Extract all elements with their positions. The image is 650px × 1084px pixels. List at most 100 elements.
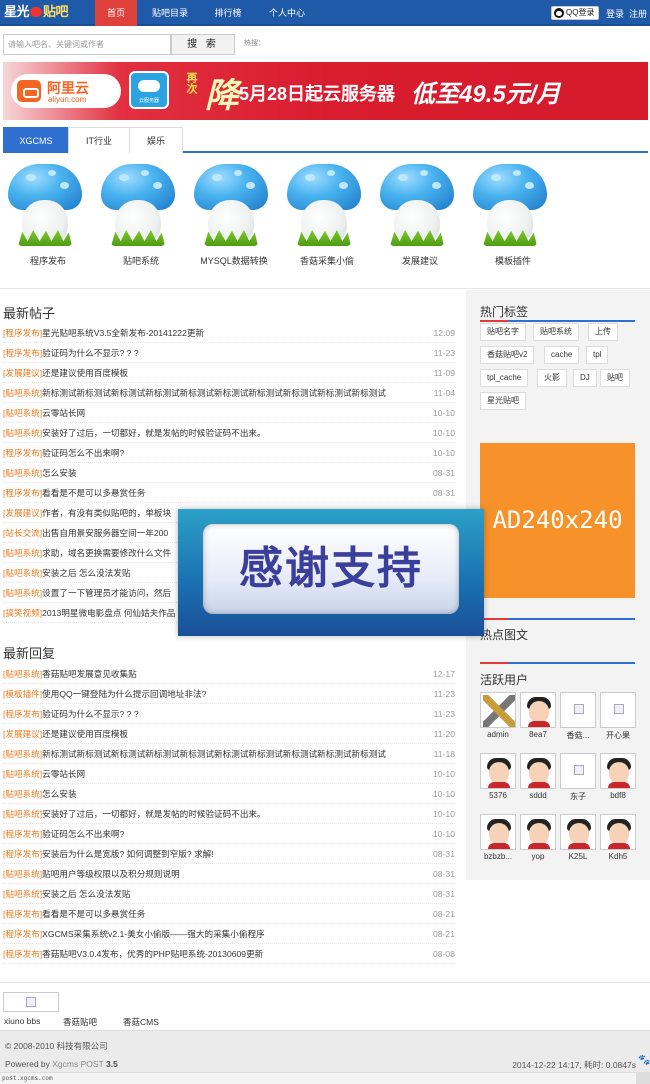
site-logo[interactable]: 星光 贴吧 — [4, 3, 69, 23]
avatar[interactable] — [560, 753, 596, 789]
nav-tab-ranking[interactable]: 排行榜 — [205, 0, 251, 26]
search-input[interactable]: 请输入吧名、关键词或作者 — [3, 34, 171, 55]
forum-name[interactable]: MYSQL数据转换 — [189, 254, 279, 267]
post-category-link[interactable]: [程序发布] — [3, 709, 42, 719]
post-title-link[interactable]: 云零站长网 — [42, 408, 85, 418]
thanks-overlay[interactable]: 感谢支持 — [178, 509, 484, 636]
tag-link[interactable]: DJ — [573, 369, 597, 387]
post-category-link[interactable]: [贴吧系统] — [3, 769, 42, 779]
avatar[interactable] — [520, 753, 556, 789]
post-title-link[interactable]: 贴吧用户等级权限以及积分规则说明 — [42, 869, 180, 879]
post-title-link[interactable]: 验证码怎么不出来啊? — [42, 829, 124, 839]
tab-xgcms[interactable]: XGCMS — [3, 127, 69, 153]
post-category-link[interactable]: [搞笑视频] — [3, 608, 42, 618]
tag-link[interactable]: tpl_cache — [480, 369, 529, 387]
post-category-link[interactable]: [程序发布] — [3, 448, 42, 458]
post-category-link[interactable]: [程序发布] — [3, 929, 42, 939]
avatar[interactable] — [520, 692, 556, 728]
post-category-link[interactable]: [发展建议] — [3, 368, 42, 378]
post-category-link[interactable]: [程序发布] — [3, 328, 42, 338]
forum-item[interactable]: MYSQL数据转换 — [189, 162, 269, 272]
avatar[interactable] — [480, 814, 516, 850]
user-card[interactable]: 开心果 — [600, 692, 636, 747]
post-category-link[interactable]: [程序发布] — [3, 348, 42, 358]
avatar[interactable] — [600, 692, 636, 728]
avatar[interactable] — [480, 753, 516, 789]
post-title-link[interactable]: 看看是不是可以多悬赏任务 — [42, 909, 145, 919]
friend-link-logo[interactable] — [3, 992, 59, 1012]
post-category-link[interactable]: [贴吧系统] — [3, 789, 42, 799]
tag-link[interactable]: 贴吧系统 — [533, 323, 579, 341]
post-category-link[interactable]: [发展建议] — [3, 508, 42, 518]
post-title-link[interactable]: 出售自用景安服务器空间一年200 — [42, 528, 168, 538]
post-category-link[interactable]: [程序发布] — [3, 909, 42, 919]
username[interactable]: Kdh5 — [594, 852, 642, 861]
post-category-link[interactable]: [站长交流] — [3, 528, 42, 538]
username[interactable]: 开心果 — [594, 730, 642, 741]
user-card[interactable]: bdf8 — [600, 753, 636, 808]
avatar[interactable] — [560, 692, 596, 728]
post-title-link[interactable]: 验证码为什么不显示? ? ? — [42, 348, 138, 358]
forum-item[interactable]: 发展建议 — [375, 162, 455, 272]
username[interactable]: bdf8 — [594, 791, 642, 800]
tag-link[interactable]: 星光贴吧 — [480, 392, 526, 410]
user-card[interactable]: K25L — [560, 814, 596, 869]
post-category-link[interactable]: [程序发布] — [3, 829, 42, 839]
avatar[interactable] — [520, 814, 556, 850]
forum-name[interactable]: 贴吧系统 — [96, 254, 186, 267]
user-card[interactable]: sddd — [520, 753, 556, 808]
post-title-link[interactable]: 验证码怎么不出来啊? — [42, 448, 124, 458]
tag-link[interactable]: 火影 — [537, 369, 567, 387]
post-title-link[interactable]: 安装好了过后，一切都好，就是发帖的时候验证码不出来。 — [42, 809, 265, 819]
post-title-link[interactable]: 香菇贴吧V3.0.4发布，优秀的PHP贴吧系统-20130609更新 — [42, 949, 263, 959]
friend-link-xiuno[interactable]: xiuno bbs — [4, 1016, 40, 1026]
post-title-link[interactable]: 星光贴吧系统V3.5全新发布-20141222更新 — [42, 328, 204, 338]
avatar[interactable] — [560, 814, 596, 850]
post-category-link[interactable]: [程序发布] — [3, 488, 42, 498]
forum-name[interactable]: 模板插件 — [468, 254, 558, 267]
tag-link[interactable]: 贴吧名字 — [480, 323, 526, 341]
tag-link[interactable]: cache — [544, 346, 580, 364]
tag-link[interactable]: tpl — [586, 346, 609, 364]
login-link[interactable]: 登录 — [606, 7, 624, 20]
nav-tab-directory[interactable]: 贴吧目录 — [145, 0, 195, 26]
post-category-link[interactable]: [贴吧系统] — [3, 749, 42, 759]
user-card[interactable]: Kdh5 — [600, 814, 636, 869]
post-title-link[interactable]: 还是建议使用百度模板 — [42, 368, 128, 378]
post-title-link[interactable]: 安装好了过后，一切都好，就是发帖的时候验证码不出来。 — [42, 428, 265, 438]
nav-tab-home[interactable]: 首页 — [95, 0, 137, 26]
post-title-link[interactable]: 安装之后 怎么没法发贴 — [42, 889, 130, 899]
post-category-link[interactable]: [贴吧系统] — [3, 428, 42, 438]
post-title-link[interactable]: 求助，域名更换需要修改什么文件 — [42, 548, 171, 558]
post-title-link[interactable]: 怎么安装 — [42, 789, 76, 799]
tag-link[interactable]: 上传 — [588, 323, 618, 341]
user-card[interactable]: admin — [480, 692, 516, 747]
post-title-link[interactable]: 作者，有没有类似贴吧的，单板块 — [42, 508, 171, 518]
forum-name[interactable]: 程序发布 — [3, 254, 93, 267]
post-title-link[interactable]: 使用QQ一键登陆为什么提示回调地址非法? — [42, 689, 206, 699]
post-category-link[interactable]: [贴吧系统] — [3, 468, 42, 478]
post-category-link[interactable]: [贴吧系统] — [3, 889, 42, 899]
post-title-link[interactable]: 设置了一下管理员才能访问，然后 — [42, 588, 171, 598]
register-link[interactable]: 注册 — [629, 7, 647, 20]
post-title-link[interactable]: 云零站长网 — [42, 769, 85, 779]
post-category-link[interactable]: [模板插件] — [3, 689, 42, 699]
forum-name[interactable]: 香菇采集小偷 — [282, 254, 372, 267]
post-category-link[interactable]: [程序发布] — [3, 949, 42, 959]
ad-banner[interactable]: 阿里云 aliyun.com 云服务器 再次 降 5月28日起云服务器 低至49… — [3, 62, 648, 120]
forum-item[interactable]: 模板插件 — [468, 162, 548, 272]
post-category-link[interactable]: [贴吧系统] — [3, 869, 42, 879]
post-title-link[interactable]: XGCMS采集系统v2.1-美女小偷版——强大的采集小偷程序 — [42, 929, 265, 939]
powered-brand-link[interactable]: Xgcms POST — [52, 1059, 103, 1069]
qq-login-button[interactable]: QQ登录 — [551, 6, 599, 20]
post-title-link[interactable]: 验证码为什么不显示? ? ? — [42, 709, 138, 719]
user-card[interactable]: yop — [520, 814, 556, 869]
post-title-link[interactable]: 看看是不是可以多悬赏任务 — [42, 488, 145, 498]
avatar[interactable] — [480, 692, 516, 728]
tab-entertainment[interactable]: 娱乐 — [129, 127, 183, 153]
tag-link[interactable]: 贴吧 — [600, 369, 630, 387]
forum-item[interactable]: 贴吧系统 — [96, 162, 176, 272]
avatar[interactable] — [600, 753, 636, 789]
post-title-link[interactable]: 安装之后 怎么没法发贴 — [42, 568, 130, 578]
nav-tab-profile[interactable]: 个人中心 — [262, 0, 312, 26]
